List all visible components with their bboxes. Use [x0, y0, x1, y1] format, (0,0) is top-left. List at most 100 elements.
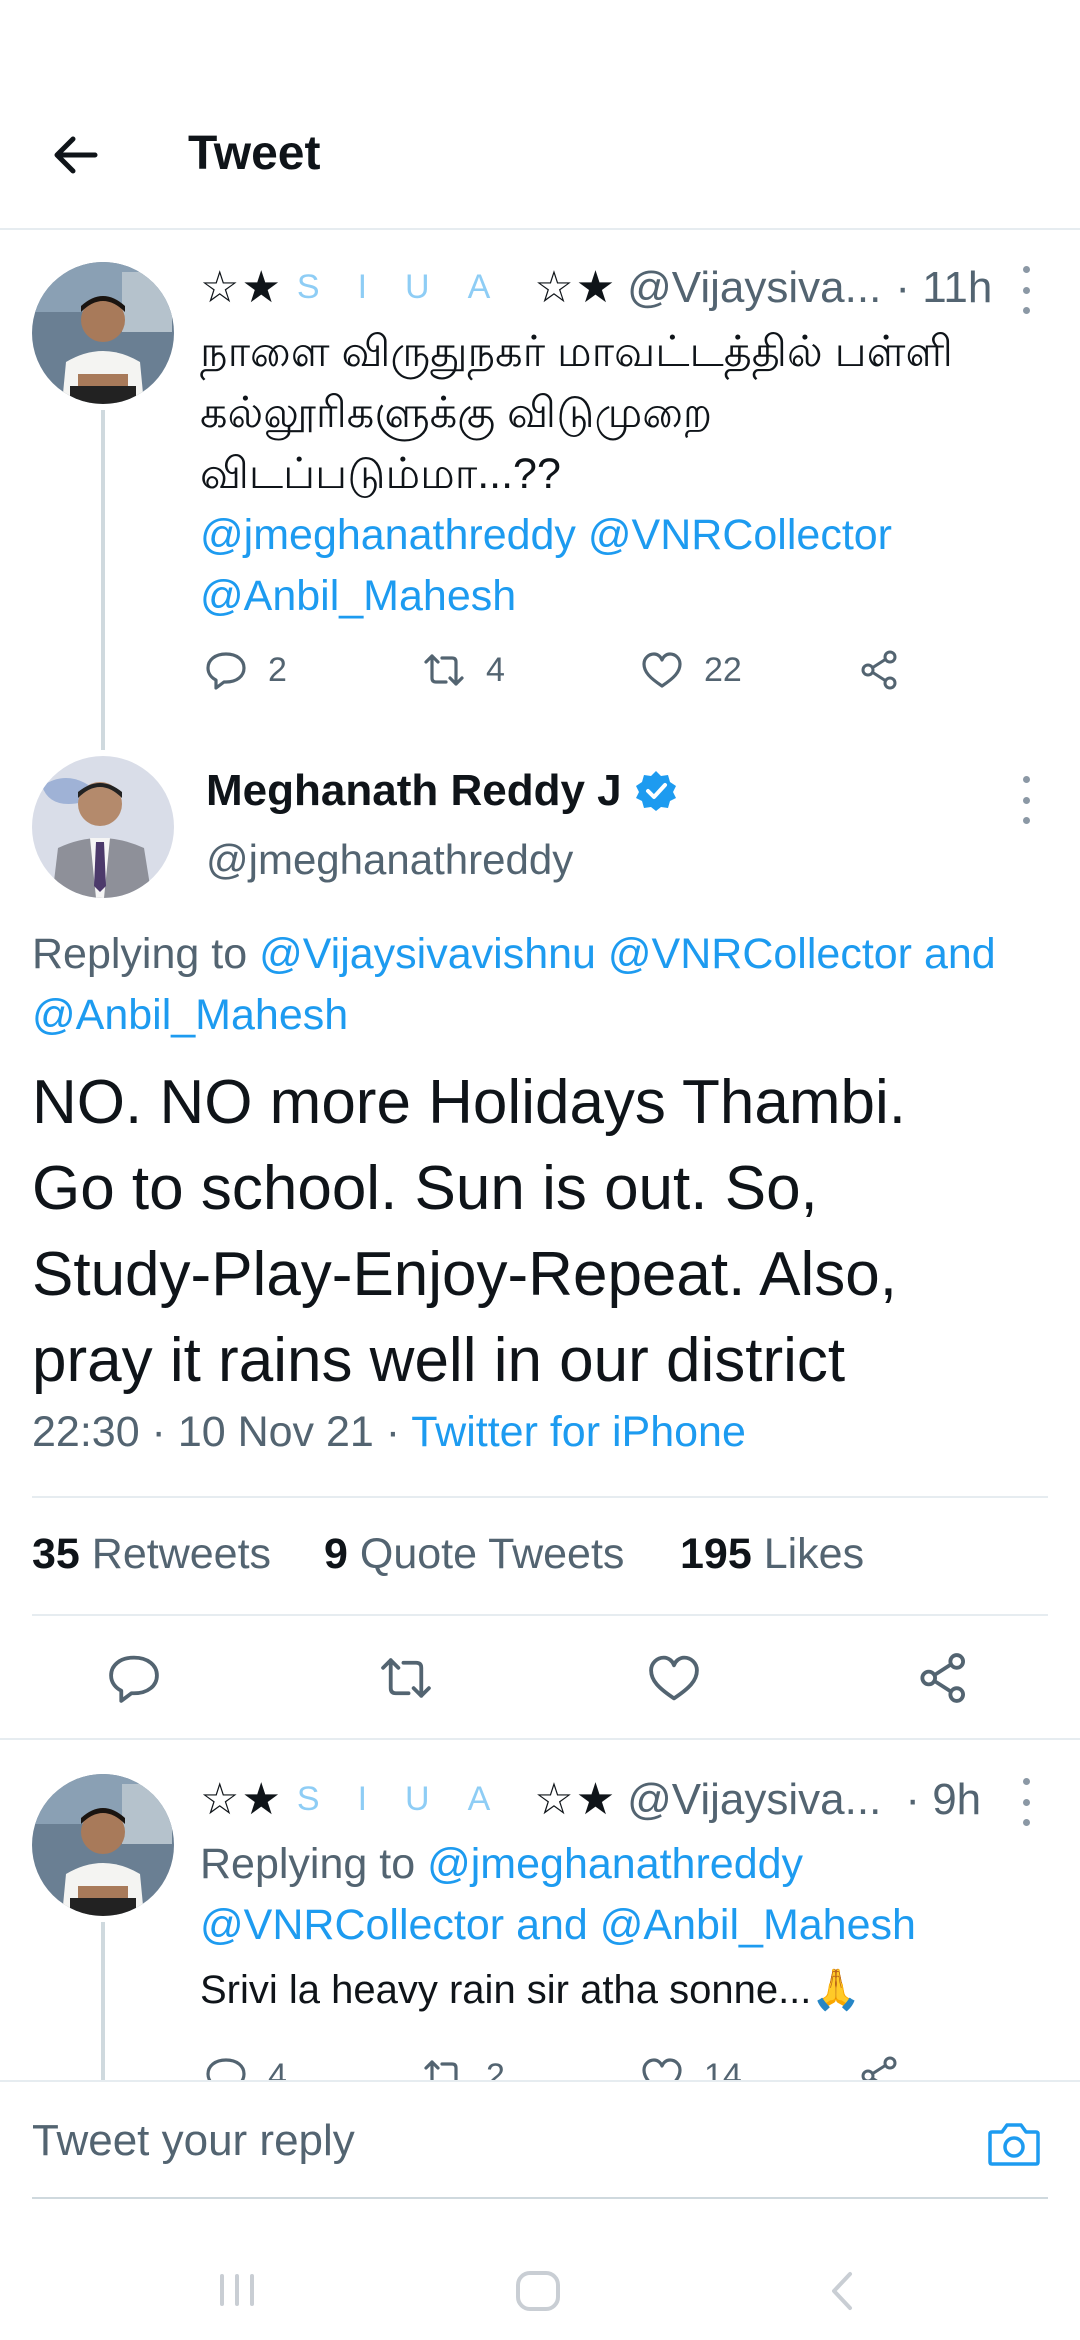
author-stars-right: ☆★ [534, 1775, 618, 1824]
mention-link[interactable]: @Anbil_Mahesh [32, 991, 348, 1039]
tweet-meta: 22:30 · 10 Nov 21 · Twitter for iPhone [32, 1408, 746, 1457]
mention-link[interactable]: @jmeghanathreddy [427, 1840, 803, 1888]
tweet-body: NO. NO more Holidays Thambi. Go to schoo… [32, 1060, 1052, 1404]
more-options-icon[interactable] [1016, 776, 1036, 824]
author-name-row[interactable]: Meghanath Reddy J [206, 766, 678, 816]
recent-apps-icon[interactable] [216, 2272, 258, 2313]
tweet-author-line: ☆★ SIUA ☆★ @Vijaysiva... · 11h [200, 262, 992, 313]
retweets-stat[interactable]: 35 Retweets [32, 1530, 271, 1579]
reply-icon [206, 2058, 246, 2080]
avatar[interactable] [32, 1774, 174, 1916]
tweet-text-line: விடப்படும்மா...?? [200, 450, 561, 498]
tweet-body-line: NO. NO more Holidays Thambi. [32, 1068, 906, 1137]
reply-button[interactable]: 2 [204, 648, 287, 692]
like-button[interactable]: 14 [640, 2054, 742, 2080]
mention-link[interactable]: @Anbil_Mahesh [200, 572, 516, 620]
share-button[interactable] [858, 2054, 902, 2080]
system-nav-bar [0, 2240, 1080, 2340]
reply-actions-row: 4 2 14 [200, 2040, 1080, 2080]
like-button[interactable] [646, 1650, 706, 1710]
like-count: 22 [704, 650, 742, 689]
page-title: Tweet [188, 127, 321, 180]
retweet-icon [424, 2060, 458, 2080]
divider [0, 1738, 1080, 1740]
tweet-body-line: pray it rains well in our district [32, 1326, 846, 1395]
tweet-body-line: Study-Play-Enjoy-Repeat. Also, [32, 1240, 897, 1309]
quote-tweets-stat[interactable]: 9 Quote Tweets [324, 1530, 624, 1579]
retweet-button[interactable] [376, 1650, 436, 1710]
more-options-icon[interactable] [1016, 1778, 1036, 1826]
author-handle[interactable]: @Vijaysiva... [627, 1775, 881, 1825]
top-bar: Tweet [0, 0, 1080, 230]
divider [32, 1614, 1048, 1616]
tweet-body-line: Go to school. Sun is out. So, [32, 1154, 818, 1223]
heart-icon [642, 652, 682, 688]
avatar[interactable] [32, 756, 174, 898]
retweet-button[interactable]: 2 [422, 2054, 505, 2080]
tweet-time: · 11h [895, 262, 993, 312]
share-button[interactable] [916, 1650, 976, 1710]
home-icon[interactable] [514, 2270, 562, 2317]
retweet-button[interactable]: 4 [422, 648, 505, 692]
replying-to: Replying to @Vijaysivavishnu @VNRCollect… [32, 924, 1062, 1046]
like-count: 14 [704, 2056, 742, 2081]
retweet-icon [381, 1658, 431, 1698]
tweet-author-line: ☆★ SIUA ☆★ @Vijaysiva... · 9h [200, 1774, 981, 1825]
mention-link[interactable]: @jmeghanathreddy [200, 511, 576, 559]
mention-link[interactable]: @VNRCollector [588, 511, 892, 559]
retweet-count: 4 [486, 650, 505, 689]
share-icon [861, 2056, 897, 2080]
author-stars-left: ☆★ [200, 1775, 283, 1824]
likes-label: Likes [763, 1530, 865, 1578]
likes-stat[interactable]: 195 Likes [680, 1530, 864, 1579]
replying-to-prefix: Replying to [32, 930, 248, 978]
retweet-count: 2 [486, 2056, 505, 2081]
tweet-time: · 9h [905, 1774, 982, 1824]
share-button[interactable] [858, 648, 902, 692]
reply-button[interactable]: 4 [204, 2054, 287, 2080]
share-icon [861, 650, 897, 690]
quotes-label: Quote Tweets [359, 1530, 625, 1578]
more-options-icon[interactable] [1016, 266, 1036, 314]
tweet-text: Srivi la heavy rain sir atha sonne...🙏 [200, 1968, 862, 2012]
replying-to-and[interactable]: and [924, 930, 996, 978]
mention-link[interactable]: @Vijaysivavishnu [259, 930, 596, 978]
replying-to-prefix: Replying to [200, 1840, 416, 1888]
reply-input[interactable]: Tweet your reply [32, 2116, 355, 2166]
author-stars-left: ☆★ [200, 263, 283, 312]
quotes-count: 9 [324, 1530, 348, 1578]
tweet-text-line: நாளை விருதுநகர் மாவட்டத்தில் பள்ளி [200, 328, 953, 376]
tweet-source-link[interactable]: Twitter for iPhone [411, 1408, 746, 1456]
author-handle[interactable]: @Vijaysiva... [627, 263, 881, 313]
mention-link[interactable]: @VNRCollector [608, 930, 912, 978]
back-nav-icon[interactable] [826, 2270, 858, 2317]
camera-icon[interactable] [986, 2118, 1046, 2174]
back-arrow-icon[interactable] [40, 120, 110, 190]
likes-count: 195 [680, 1530, 752, 1578]
replying-to: Replying to @jmeghanathreddy @VNRCollect… [200, 1834, 1060, 1956]
like-button[interactable]: 22 [640, 648, 742, 692]
reply-icon [206, 652, 246, 690]
thread-line [101, 1922, 105, 2082]
heart-icon [649, 1655, 699, 1701]
mention-link[interactable]: @VNRCollector [200, 1901, 504, 1949]
divider [32, 1496, 1048, 1498]
retweets-label: Retweets [91, 1530, 272, 1578]
replying-to-and[interactable]: and [516, 1901, 588, 1949]
tweet-timestamp: 22:30 · 10 Nov 21 · [32, 1408, 401, 1456]
heart-icon [642, 2058, 682, 2080]
verified-badge-icon [635, 771, 676, 811]
retweets-count: 35 [32, 1530, 80, 1578]
author-stars-right: ☆★ [534, 263, 618, 312]
author-decor-letters: SIUA [296, 1780, 529, 1818]
tweet-text: நாளை விருதுநகர் மாவட்டத்தில் பள்ளி கல்லூ… [200, 322, 1060, 627]
share-icon [920, 1653, 965, 1703]
reply-button[interactable] [106, 1650, 166, 1710]
avatar[interactable] [32, 262, 174, 404]
author-handle[interactable]: @jmeghanathreddy [206, 836, 573, 884]
mention-link[interactable]: @Anbil_Mahesh [600, 1901, 916, 1949]
thread-line [101, 410, 105, 750]
reply-input-underline [32, 2197, 1048, 2199]
author-name: Meghanath Reddy J [206, 766, 622, 815]
reply-count: 4 [268, 2056, 287, 2081]
